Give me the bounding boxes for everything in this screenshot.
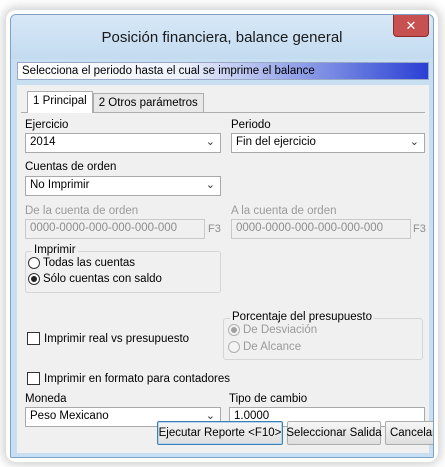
formato-contadores-checkbox[interactable]: [27, 372, 40, 385]
periodo-label: Periodo: [231, 119, 271, 131]
desviacion-option[interactable]: De Desviación: [228, 324, 317, 336]
close-button[interactable]: ✕: [393, 15, 429, 37]
cuentas-orden-label: Cuentas de orden: [25, 161, 117, 173]
close-icon: ✕: [405, 17, 417, 33]
imprimir-group: Imprimir Todas las cuentas Sólo cuentas …: [25, 244, 221, 293]
porcentaje-group-title: Porcentaje del presupuesto: [230, 311, 375, 323]
periodo-value: Fin del ejercicio: [236, 136, 316, 148]
moneda-label: Moneda: [25, 393, 67, 405]
todas-cuentas-option[interactable]: Todas las cuentas: [28, 257, 135, 269]
periodo-select[interactable]: Fin del ejercicio ⌄: [231, 133, 425, 153]
imprimir-group-title: Imprimir: [32, 244, 78, 256]
de-cuenta-input[interactable]: 0000-0000-000-000-000-000: [25, 219, 205, 239]
formato-contadores-option[interactable]: Imprimir en formato para contadores: [27, 372, 230, 385]
tab-strip: 1 Principal 2 Otros parámetros: [27, 91, 204, 113]
chevron-down-icon: ⌄: [205, 136, 215, 148]
alcance-label: De Alcance: [243, 341, 302, 353]
desviacion-label: De Desviación: [243, 324, 318, 336]
todas-cuentas-radio[interactable]: [28, 257, 40, 269]
de-cuenta-f3-hint: F3: [208, 223, 221, 235]
dialog-window: Posición financiera, balance general ✕ S…: [10, 14, 434, 458]
a-cuenta-f3-hint: F3: [413, 223, 426, 235]
a-cuenta-label: A la cuenta de orden: [231, 205, 337, 217]
chevron-down-icon: ⌄: [205, 179, 215, 191]
tab-panel-principal: Ejercicio 2014 ⌄ Periodo Fin del ejercic…: [21, 112, 426, 427]
moneda-value: Peso Mexicano: [30, 410, 109, 422]
seleccionar-salida-button[interactable]: Seleccionar Salida: [286, 421, 382, 445]
solo-saldo-label: Sólo cuentas con saldo: [43, 273, 162, 285]
title-bar: Posición financiera, balance general ✕: [11, 15, 433, 59]
instruction-banner: Selecciona el periodo hasta el cual se i…: [17, 62, 429, 80]
ejercicio-value: 2014: [30, 136, 56, 148]
solo-saldo-radio[interactable]: [28, 273, 40, 285]
tab-principal[interactable]: 1 Principal: [27, 91, 93, 113]
real-vs-presupuesto-checkbox[interactable]: [27, 332, 40, 345]
tipo-cambio-label: Tipo de cambio: [229, 393, 308, 405]
de-cuenta-label: De la cuenta de orden: [25, 205, 139, 217]
desviacion-radio[interactable]: [228, 324, 240, 336]
cuentas-orden-select[interactable]: No Imprimir ⌄: [25, 176, 221, 196]
ejercicio-label: Ejercicio: [25, 119, 69, 131]
solo-saldo-option[interactable]: Sólo cuentas con saldo: [28, 273, 162, 285]
dialog-client-area: 1 Principal 2 Otros parámetros Ejercicio…: [17, 85, 433, 453]
window-title: Posición financiera, balance general: [101, 29, 343, 46]
formato-contadores-label: Imprimir en formato para contadores: [44, 372, 230, 385]
porcentaje-group: Porcentaje del presupuesto De Desviación…: [223, 311, 423, 360]
todas-cuentas-label: Todas las cuentas: [43, 257, 136, 269]
cuentas-orden-value: No Imprimir: [30, 179, 90, 191]
alcance-option[interactable]: De Alcance: [228, 341, 301, 353]
chevron-down-icon: ⌄: [409, 136, 419, 148]
tab-otros-parametros[interactable]: 2 Otros parámetros: [92, 93, 204, 113]
real-vs-presupuesto-label: Imprimir real vs presupuesto: [44, 332, 190, 345]
ejercicio-select[interactable]: 2014 ⌄: [25, 133, 221, 153]
alcance-radio[interactable]: [228, 341, 240, 353]
a-cuenta-input[interactable]: 0000-0000-000-000-000-000: [231, 219, 411, 239]
ejecutar-reporte-button[interactable]: Ejecutar Reporte <F10>: [157, 421, 283, 445]
cancelar-button[interactable]: Cancelar: [385, 421, 433, 445]
real-vs-presupuesto-option[interactable]: Imprimir real vs presupuesto: [27, 332, 189, 345]
